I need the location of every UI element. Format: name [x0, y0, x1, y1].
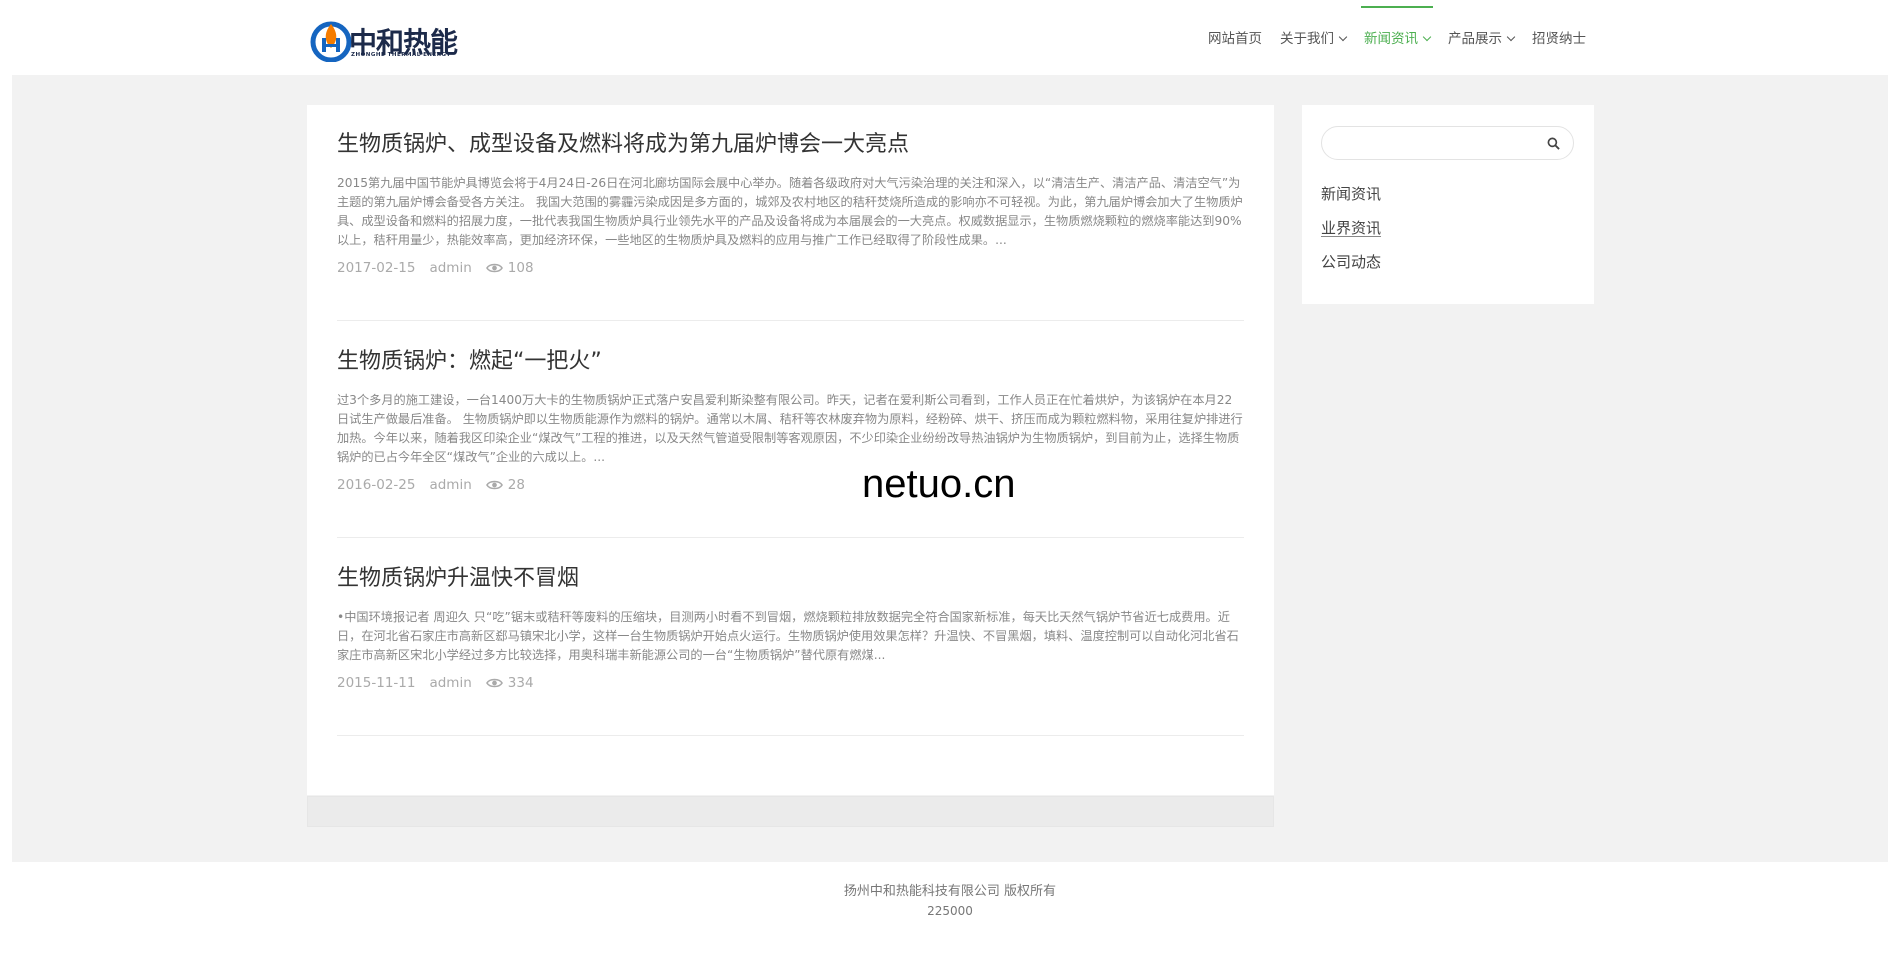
sidebar: 新闻资讯 业界资讯 公司动态 — [1302, 105, 1594, 304]
main-nav: 网站首页 关于我们 新闻资讯 产品展示 招贤纳士 — [1199, 0, 1595, 75]
nav-item-home[interactable]: 网站首页 — [1199, 0, 1271, 75]
post-views: 28 — [507, 477, 525, 493]
postcode-text: 225000 — [927, 904, 973, 918]
site-header: 中和热能 ZHONGHE THERMAL ENERGY 网站首页 关于我们 新闻… — [0, 0, 1900, 75]
post-item: 生物质锅炉、成型设备及燃料将成为第九届炉博会一大亮点 2015第九届中国节能炉具… — [337, 130, 1244, 276]
watermark-text: netuo.cn — [862, 462, 1016, 506]
post-title[interactable]: 生物质锅炉：燃起“一把火” — [337, 347, 1244, 377]
sidebar-link-news[interactable]: 新闻资讯 — [1321, 183, 1381, 204]
site-logo[interactable]: 中和热能 ZHONGHE THERMAL ENERGY — [309, 18, 458, 62]
post-excerpt: •中国环境报记者 周迎久 只“吃”锯末或秸秆等废料的压缩块，目测两小时看不到冒烟… — [337, 610, 1239, 662]
logo-mark-icon — [310, 21, 352, 62]
eye-icon — [485, 480, 503, 490]
nav-item-label: 招贤纳士 — [1532, 31, 1586, 47]
eye-icon — [485, 263, 503, 273]
post-divider — [337, 537, 1244, 538]
chevron-down-icon — [1422, 32, 1432, 42]
post-excerpt: 2015第九届中国节能炉具博览会将于4月24日-26日在河北廊坊国际会展中心举办… — [337, 176, 1243, 247]
copyright-text: 扬州中和热能科技有限公司 版权所有 — [843, 884, 1057, 899]
post-date: 2015-11-11 — [337, 675, 416, 691]
nav-item-about[interactable]: 关于我们 — [1271, 0, 1355, 75]
post-date: 2016-02-25 — [337, 477, 416, 493]
nav-item-label: 新闻资讯 — [1364, 31, 1418, 47]
post-views: 108 — [507, 260, 534, 276]
nav-item-products[interactable]: 产品展示 — [1439, 0, 1523, 75]
post-item: 生物质锅炉：燃起“一把火” 过3个多月的施工建设，一台1400万大卡的生物质锅炉… — [337, 347, 1244, 493]
post-excerpt: 过3个多月的施工建设，一台1400万大卡的生物质锅炉正式落户安昌爱利斯染整有限公… — [337, 393, 1243, 464]
post-divider — [337, 320, 1244, 321]
post-meta: 2016-02-25 admin 28 — [337, 477, 1244, 493]
nav-item-label: 产品展示 — [1448, 31, 1502, 47]
post-date: 2017-02-15 — [337, 260, 416, 276]
post-views: 334 — [507, 675, 534, 691]
post-author: admin — [429, 477, 472, 493]
post-meta: 2017-02-15 admin 108 — [337, 260, 1244, 276]
logo-subtext: ZHONGHE THERMAL ENERGY — [351, 52, 451, 58]
chevron-down-icon — [1338, 32, 1348, 42]
search-icon[interactable] — [1547, 137, 1560, 150]
nav-item-label: 网站首页 — [1208, 31, 1262, 47]
nav-item-label: 关于我们 — [1280, 31, 1334, 47]
search-input[interactable] — [1334, 132, 1538, 156]
sidebar-link-company[interactable]: 公司动态 — [1321, 251, 1381, 272]
post-list-footer — [307, 796, 1274, 827]
post-author: admin — [429, 675, 472, 691]
nav-item-careers[interactable]: 招贤纳士 — [1523, 0, 1595, 75]
post-author: admin — [429, 260, 472, 276]
post-title[interactable]: 生物质锅炉、成型设备及燃料将成为第九届炉博会一大亮点 — [337, 130, 1244, 160]
search-box — [1321, 126, 1574, 160]
eye-icon — [485, 678, 503, 688]
post-meta: 2015-11-11 admin 334 — [337, 675, 1244, 691]
post-list: 生物质锅炉、成型设备及燃料将成为第九届炉博会一大亮点 2015第九届中国节能炉具… — [307, 105, 1274, 795]
nav-item-news[interactable]: 新闻资讯 — [1355, 0, 1439, 75]
post-item: 生物质锅炉升温快不冒烟 •中国环境报记者 周迎久 只“吃”锯末或秸秆等废料的压缩… — [337, 564, 1244, 691]
sidebar-link-industry[interactable]: 业界资讯 — [1321, 217, 1381, 238]
post-divider — [337, 735, 1244, 736]
chevron-down-icon — [1506, 32, 1516, 42]
post-title[interactable]: 生物质锅炉升温快不冒烟 — [337, 564, 1244, 594]
